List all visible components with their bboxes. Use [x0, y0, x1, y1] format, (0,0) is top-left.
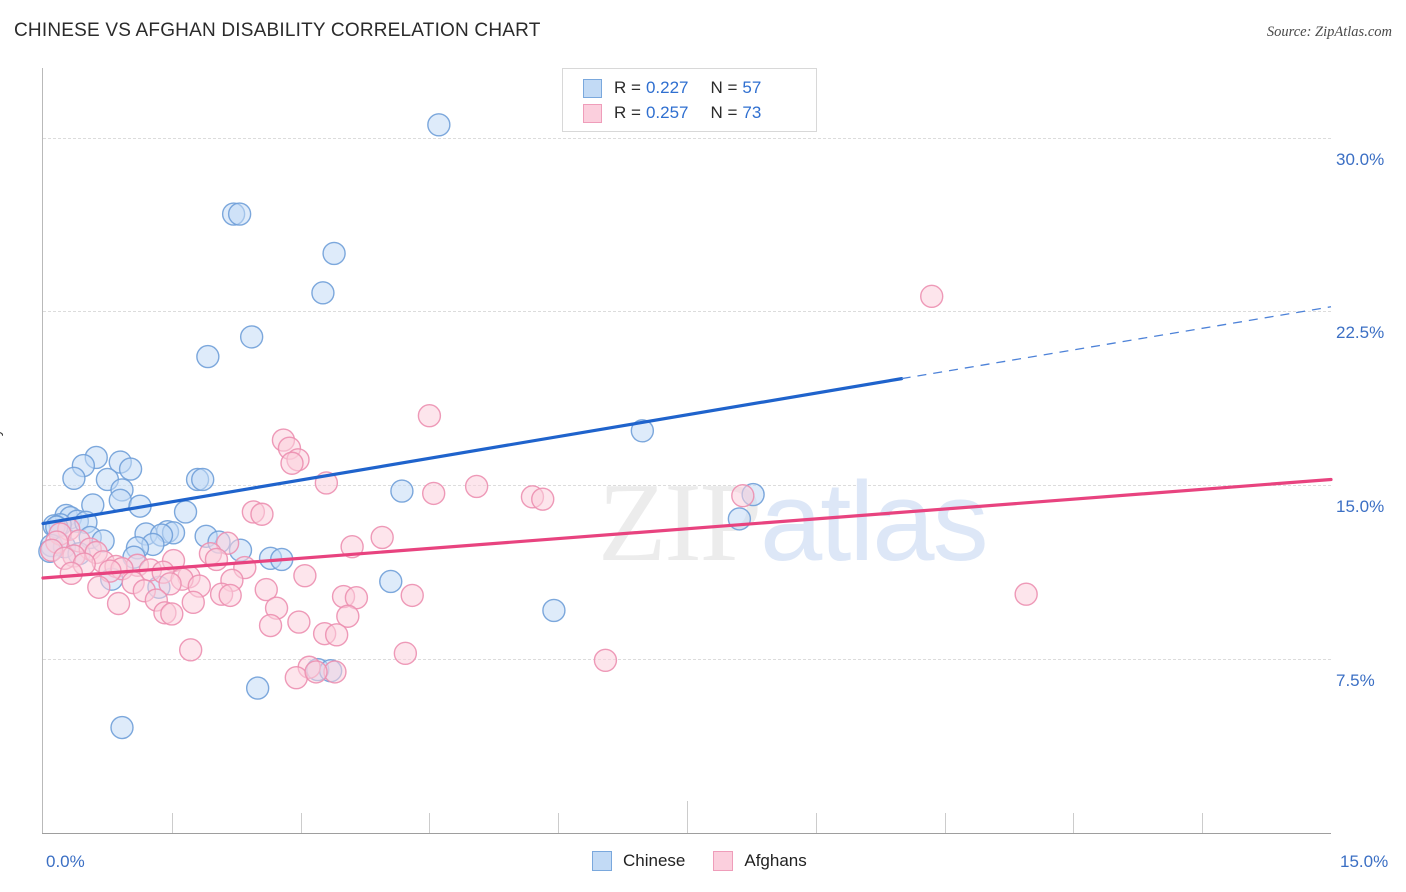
afghans-r-label: R =: [614, 103, 641, 122]
data-point: [178, 638, 203, 662]
trendline-afghans: [41, 477, 1333, 580]
data-point: [62, 466, 86, 491]
data-point: [196, 344, 220, 369]
data-point: [284, 665, 309, 690]
x-axis-min-label: 0.0%: [46, 852, 85, 871]
afghans-legend-label: Afghans: [744, 851, 807, 870]
chart-page: CHINESE VS AFGHAN DISABILITY CORRELATION…: [0, 0, 1406, 892]
afghans-n-label: N =: [710, 103, 738, 122]
data-point: [191, 467, 215, 492]
stats-row-chinese: R = 0.227 N = 57: [583, 75, 761, 101]
afghans-r-value: 0.257: [645, 103, 689, 122]
data-point: [204, 547, 229, 572]
data-point: [390, 479, 414, 503]
chinese-legend-label: Chinese: [623, 851, 686, 870]
chinese-legend-swatch: [592, 851, 612, 871]
data-point: [227, 202, 252, 226]
data-point: [427, 113, 451, 137]
data-point: [280, 451, 304, 475]
data-point: [421, 481, 446, 506]
data-point: [531, 487, 555, 511]
afghans-legend-swatch: [713, 851, 734, 871]
plot-area: ZIPatlas: [38, 68, 1333, 833]
data-point: [181, 590, 205, 615]
data-point: [593, 648, 618, 672]
y-axis-tick-label: 7.5%: [1336, 671, 1375, 691]
legend-item-chinese[interactable]: Chinese: [592, 851, 685, 871]
x-axis-max-label: 15.0%: [1340, 852, 1389, 871]
chinese-r-label: R =: [614, 78, 641, 97]
scatter-plot-canvas: [38, 113, 1333, 740]
y-axis-tick-label: 15.0%: [1336, 497, 1385, 517]
x-axis-line: [42, 833, 1331, 834]
data-point: [1014, 582, 1038, 606]
data-point: [118, 457, 143, 481]
series-legend: Chinese Afghans: [592, 851, 807, 871]
data-point: [59, 561, 84, 586]
correlation-stats-legend: R = 0.227 N = 57 R = 0.257 N = 73: [562, 68, 817, 132]
data-point: [311, 281, 335, 305]
data-point: [731, 484, 755, 508]
afghans-n-value: 73: [742, 103, 762, 122]
chinese-n-value: 57: [742, 78, 762, 97]
page-title: CHINESE VS AFGHAN DISABILITY CORRELATION…: [14, 20, 541, 41]
chinese-color-swatch: [583, 78, 602, 98]
data-point: [293, 563, 317, 588]
data-point: [173, 500, 198, 524]
data-point: [322, 241, 346, 266]
data-point: [393, 641, 418, 666]
data-point: [324, 623, 349, 647]
legend-item-afghans[interactable]: Afghans: [713, 851, 807, 871]
y-axis-title: Disability: [0, 429, 4, 488]
data-point: [245, 676, 270, 700]
data-point: [379, 569, 403, 594]
data-point: [258, 613, 283, 638]
data-point: [218, 583, 242, 608]
trendline-extrapolation-chinese: [901, 306, 1332, 380]
data-point: [417, 404, 442, 428]
data-point: [106, 591, 131, 616]
source-attribution: Source: ZipAtlas.com: [1266, 24, 1392, 40]
data-point: [239, 325, 264, 349]
data-point: [87, 575, 111, 599]
y-axis-tick-label: 22.5%: [1336, 323, 1385, 343]
data-point: [542, 598, 566, 623]
trendline-chinese: [41, 377, 904, 526]
chinese-n-label: N =: [710, 78, 738, 97]
data-point: [110, 715, 134, 740]
stats-row-afghans: R = 0.257 N = 73: [583, 100, 761, 126]
chinese-r-value: 0.227: [645, 78, 689, 97]
data-point: [160, 602, 184, 626]
data-point: [304, 660, 328, 684]
data-point: [250, 502, 274, 526]
afghans-color-swatch: [583, 103, 602, 123]
data-point: [400, 583, 424, 608]
y-axis-tick-label: 30.0%: [1336, 149, 1385, 169]
data-point: [464, 474, 489, 499]
data-point: [287, 610, 311, 634]
data-point: [370, 525, 394, 550]
data-point: [920, 284, 944, 309]
